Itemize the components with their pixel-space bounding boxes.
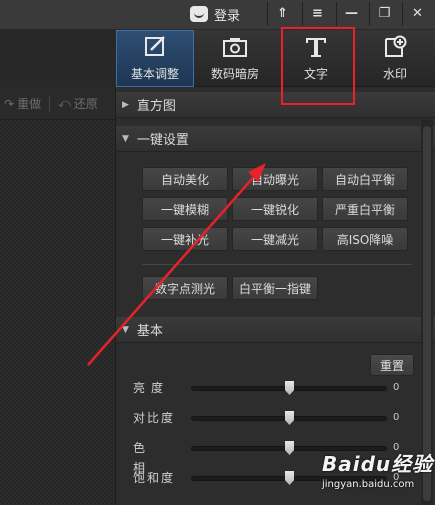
brightness-thumb[interactable] — [285, 381, 294, 395]
saturation-thumb[interactable] — [285, 471, 294, 485]
hue-label: 色相 — [133, 441, 162, 475]
user-face-icon — [190, 6, 208, 22]
skin-button[interactable]: ⇑ — [267, 2, 297, 26]
contrast-label: 对比度 — [133, 411, 176, 425]
tab-digital-darkroom-label: 数码暗房 — [210, 67, 259, 81]
one-click-reduce-light-button[interactable]: 一键减光 — [232, 227, 318, 251]
auto-white-balance-button[interactable]: 自动白平衡 — [322, 167, 408, 191]
white-balance-picker-button[interactable]: 白平衡一指键 — [232, 276, 318, 300]
restore-button[interactable]: ❐ — [369, 2, 399, 26]
tab-basic-adjust-label: 基本调整 — [130, 67, 179, 81]
camera-icon — [223, 38, 247, 57]
contrast-slider-row: 对比度 0 — [116, 408, 416, 428]
spot-metering-button[interactable]: 数字点测光 — [142, 276, 228, 300]
watermark-site: jingyan.baidu.com — [322, 479, 415, 490]
redo-button[interactable]: ↷ 重做 — [4, 95, 41, 112]
tab-watermark-label: 水印 — [382, 67, 407, 81]
title-bar: 登录 ⇑ ≡ — ❐ ✕ — [0, 0, 435, 30]
annotation-highlight-box — [281, 27, 355, 105]
close-button[interactable]: ✕ — [402, 2, 432, 26]
toolbar-left-empty — [0, 30, 118, 87]
one-click-blur-button[interactable]: 一键模糊 — [142, 197, 228, 221]
section-divider — [142, 264, 412, 265]
one-click-sharpen-button[interactable]: 一键锐化 — [232, 197, 318, 221]
high-iso-denoise-button[interactable]: 高ISO降噪 — [322, 227, 408, 251]
redo-icon: ↷ — [4, 96, 15, 111]
restore-image-button[interactable]: ⤺ 还原 — [58, 95, 98, 112]
menu-button[interactable]: ≡ — [302, 2, 332, 26]
section-histogram-label: 直方图 — [136, 99, 176, 114]
section-one-click[interactable]: ▼ 一键设置 — [116, 126, 435, 152]
tab-digital-darkroom[interactable]: 数码暗房 — [196, 30, 274, 87]
canvas-area: ↷ 重做 ⤺ 还原 — [0, 88, 115, 505]
main-toolbar: 基本调整 数码暗房 文字 水印 — [0, 30, 435, 87]
auto-exposure-button[interactable]: 自动曝光 — [232, 167, 318, 191]
brightness-slider-row: 亮度 0 — [116, 378, 416, 398]
strict-white-balance-button[interactable]: 严重白平衡 — [322, 197, 408, 221]
expanded-arrow-icon: ▼ — [122, 133, 129, 144]
one-click-fill-light-button[interactable]: 一键补光 — [142, 227, 228, 251]
section-histogram[interactable]: ▶ 直方图 — [116, 92, 435, 118]
expanded-arrow-icon: ▼ — [122, 324, 129, 335]
undo-bar: ↷ 重做 ⤺ 还原 — [0, 88, 115, 120]
baidu-watermark: Baidu经验 jingyan.baidu.com — [322, 448, 435, 505]
panel-scrollbar-thumb[interactable] — [423, 126, 431, 501]
contrast-thumb[interactable] — [285, 411, 294, 425]
minimize-button[interactable]: — — [336, 2, 366, 26]
section-one-click-label: 一键设置 — [136, 133, 189, 148]
undo-bar-divider — [49, 95, 51, 112]
brightness-label: 亮度 — [133, 381, 170, 395]
saturation-label: 饱和度 — [133, 471, 176, 485]
watermark-add-icon — [385, 35, 407, 57]
brightness-value: 0 — [393, 382, 400, 393]
contrast-value: 0 — [393, 412, 400, 423]
restore-icon: ⤺ — [58, 96, 71, 110]
tab-watermark[interactable]: 水印 — [356, 30, 434, 87]
section-basic-label: 基本 — [136, 324, 163, 339]
adjust-panel: ▶ 直方图 ▼ 一键设置 自动美化 自动曝光 自动白平衡 一键模糊 一键锐化 严… — [115, 88, 435, 505]
restore-label: 还原 — [73, 97, 98, 111]
reset-button[interactable]: 重置 — [370, 354, 414, 376]
hue-thumb[interactable] — [285, 441, 294, 455]
tab-basic-adjust[interactable]: 基本调整 — [116, 30, 194, 87]
adjust-edit-icon — [145, 36, 165, 56]
auto-beautify-button[interactable]: 自动美化 — [142, 167, 228, 191]
section-basic[interactable]: ▼ 基本 — [116, 317, 435, 343]
redo-label: 重做 — [17, 97, 42, 111]
login-link[interactable]: 登录 — [190, 3, 240, 25]
login-label: 登录 — [214, 8, 241, 24]
watermark-brand: Baidu经验 — [322, 452, 434, 476]
collapsed-arrow-icon: ▶ — [122, 99, 129, 110]
